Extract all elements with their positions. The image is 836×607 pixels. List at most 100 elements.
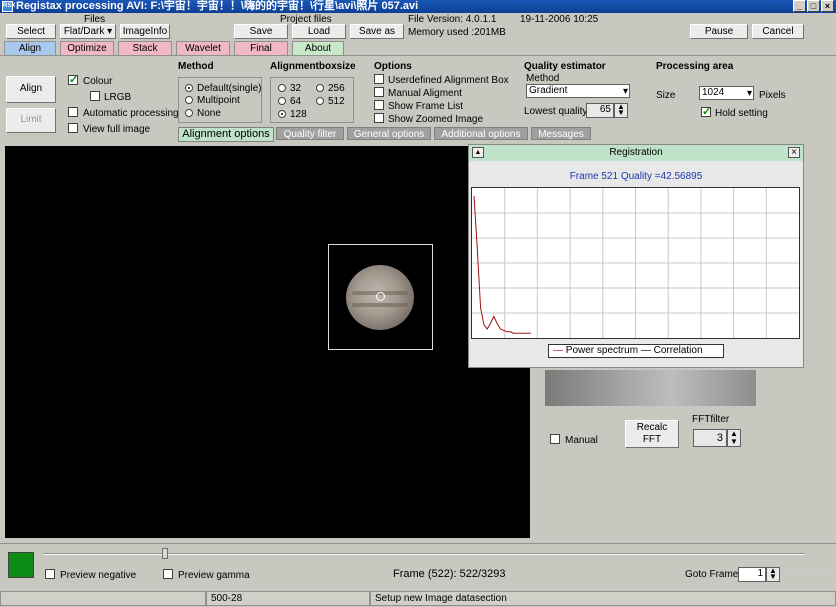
imageinfo-button[interactable]: ImageInfo [120,24,170,39]
method-radio-default[interactable] [185,84,193,92]
power-spectrum-chart [472,188,799,338]
scroll-up-icon[interactable]: ▲ [472,147,484,158]
goto-frame-label: Goto Frame [685,569,739,580]
status-cell-3: Setup new Image datasection [370,591,836,606]
boxsize-radio-64[interactable] [278,97,286,105]
status-cell-2: 500-28 [206,591,370,606]
legend-corr-line: — [640,345,651,356]
minimize-icon[interactable]: _ [793,0,806,12]
preview-negative-label: Preview negative [60,570,137,581]
colour-checkbox[interactable] [68,73,78,86]
fftfilter-spinner[interactable]: ▲ ▼ [727,429,741,447]
quality-method-select[interactable]: Gradient ▾ [526,84,630,98]
lowest-quality-input[interactable]: 65 [586,103,614,118]
limit-button[interactable]: Limit [6,108,56,133]
userdefined-box-label: Userdefined Alignment Box [388,75,509,86]
method-title: Method [178,61,214,72]
lowest-quality-label: Lowest quality [524,106,588,117]
automatic-processing-label: Automatic processing [83,108,179,119]
preview-gamma-checkbox[interactable] [163,569,173,579]
quality-method-value: Gradient [529,85,568,96]
maximize-icon[interactable]: □ [807,0,820,12]
image-preview[interactable] [5,146,530,538]
select-button[interactable]: Select [6,24,56,39]
lrgb-label: LRGB [104,92,132,103]
size-select[interactable]: 1024 ▾ [699,86,754,100]
frame-slider-track[interactable] [44,553,804,555]
goto-frame-input[interactable]: 1 [738,567,766,582]
hold-setting-checkbox[interactable] [701,105,711,118]
load-button[interactable]: Load [292,24,346,39]
flat-dark-label: Flat/Dark [63,26,105,37]
boxsize-radio-128[interactable] [278,110,286,118]
registration-legend: — Power spectrum — Correlation [548,344,724,358]
fftfilter-label: FFTfilter [692,414,730,425]
subtab-messages[interactable]: Messages [531,127,591,140]
manual-checkbox[interactable] [550,434,560,444]
pause-button[interactable]: Pause [690,24,748,39]
close-window-icon[interactable]: × [821,0,834,12]
fftfilter-input[interactable]: 3 [693,429,727,447]
window-title: Registax processing AVI: F:\宇宙！宇宙！！\嗨的的宇… [16,0,419,12]
boxsize-label-64: 64 [290,96,302,107]
hold-setting-label: Hold setting [715,108,768,119]
chevron-down-icon: ▾ [746,88,752,99]
colour-label: Colour [83,76,113,87]
boxsize-radio-512[interactable] [316,97,324,105]
manual-label: Manual [565,435,598,446]
lrgb-checkbox[interactable] [90,91,100,101]
subtab-additional-options[interactable]: Additional options [434,127,528,140]
tab-align[interactable]: Align [4,41,56,55]
options-title: Options [374,61,412,72]
flat-dark-button[interactable]: Flat/Dark ▾ [60,24,116,39]
goto-frame-spinner[interactable]: ▲ ▼ [766,567,780,582]
close-icon[interactable]: × [788,147,800,158]
tab-final[interactable]: Final [234,41,288,55]
boxsize-label-256: 256 [328,83,345,94]
method-label-default: Default(single) [197,83,262,94]
alignment-point-icon[interactable] [376,292,385,301]
show-frame-list-checkbox[interactable] [374,100,384,110]
subtab-alignment-options[interactable]: Alignment options [178,127,274,142]
status-indicator [8,552,34,578]
processing-area-title: Processing area [656,61,734,72]
manual-alignment-checkbox[interactable] [374,87,384,97]
method-label-multipoint: Multipoint [197,95,240,106]
quality-title: Quality estimator [524,61,606,72]
recalc-fft-button[interactable]: Recalc FFT [625,420,679,448]
size-label: Size [656,90,676,101]
tab-wavelet[interactable]: Wavelet [176,41,230,55]
method-label-none: None [197,108,221,119]
lowest-quality-spinner[interactable]: ▲ ▼ [614,103,628,118]
cancel-button[interactable]: Cancel [752,24,804,39]
subtab-quality-filter[interactable]: Quality filter [276,127,344,140]
boxsize-radio-32[interactable] [278,84,286,92]
window-title-bar: RSX Registax processing AVI: F:\宇宙！宇宙！！\… [0,0,836,13]
preview-negative-checkbox[interactable] [45,569,55,579]
method-radio-multipoint[interactable] [185,96,193,104]
bottom-divider [0,543,836,544]
boxsize-radio-256[interactable] [316,84,324,92]
automatic-processing-checkbox[interactable] [68,107,78,117]
registration-title: Registration [609,147,663,158]
legend-corr-label: Correlation [653,345,703,356]
memory-used: Memory used :201MB [408,27,506,38]
save-button[interactable]: Save [234,24,288,39]
tab-optimize[interactable]: Optimize [60,41,114,55]
frame-slider-thumb[interactable] [162,548,168,559]
view-full-image-checkbox[interactable] [68,123,78,133]
legend-power-line: — [553,345,563,356]
save-as-button[interactable]: Save as [350,24,404,39]
method-radio-none[interactable] [185,109,193,117]
tab-stack[interactable]: Stack [118,41,172,55]
align-button[interactable]: Align [6,76,56,103]
tab-about[interactable]: About [292,41,344,55]
legend-power-label: Power spectrum [565,345,639,356]
size-value: 1024 [702,87,725,98]
userdefined-box-checkbox[interactable] [374,74,384,84]
frame-quality-text: Frame 521 Quality =42.56895 [569,171,703,182]
subtab-general-options[interactable]: General options [347,127,431,140]
preview-gamma-label: Preview gamma [178,570,250,581]
show-zoomed-image-checkbox[interactable] [374,113,384,123]
chevron-down-icon: ▾ [622,86,628,97]
